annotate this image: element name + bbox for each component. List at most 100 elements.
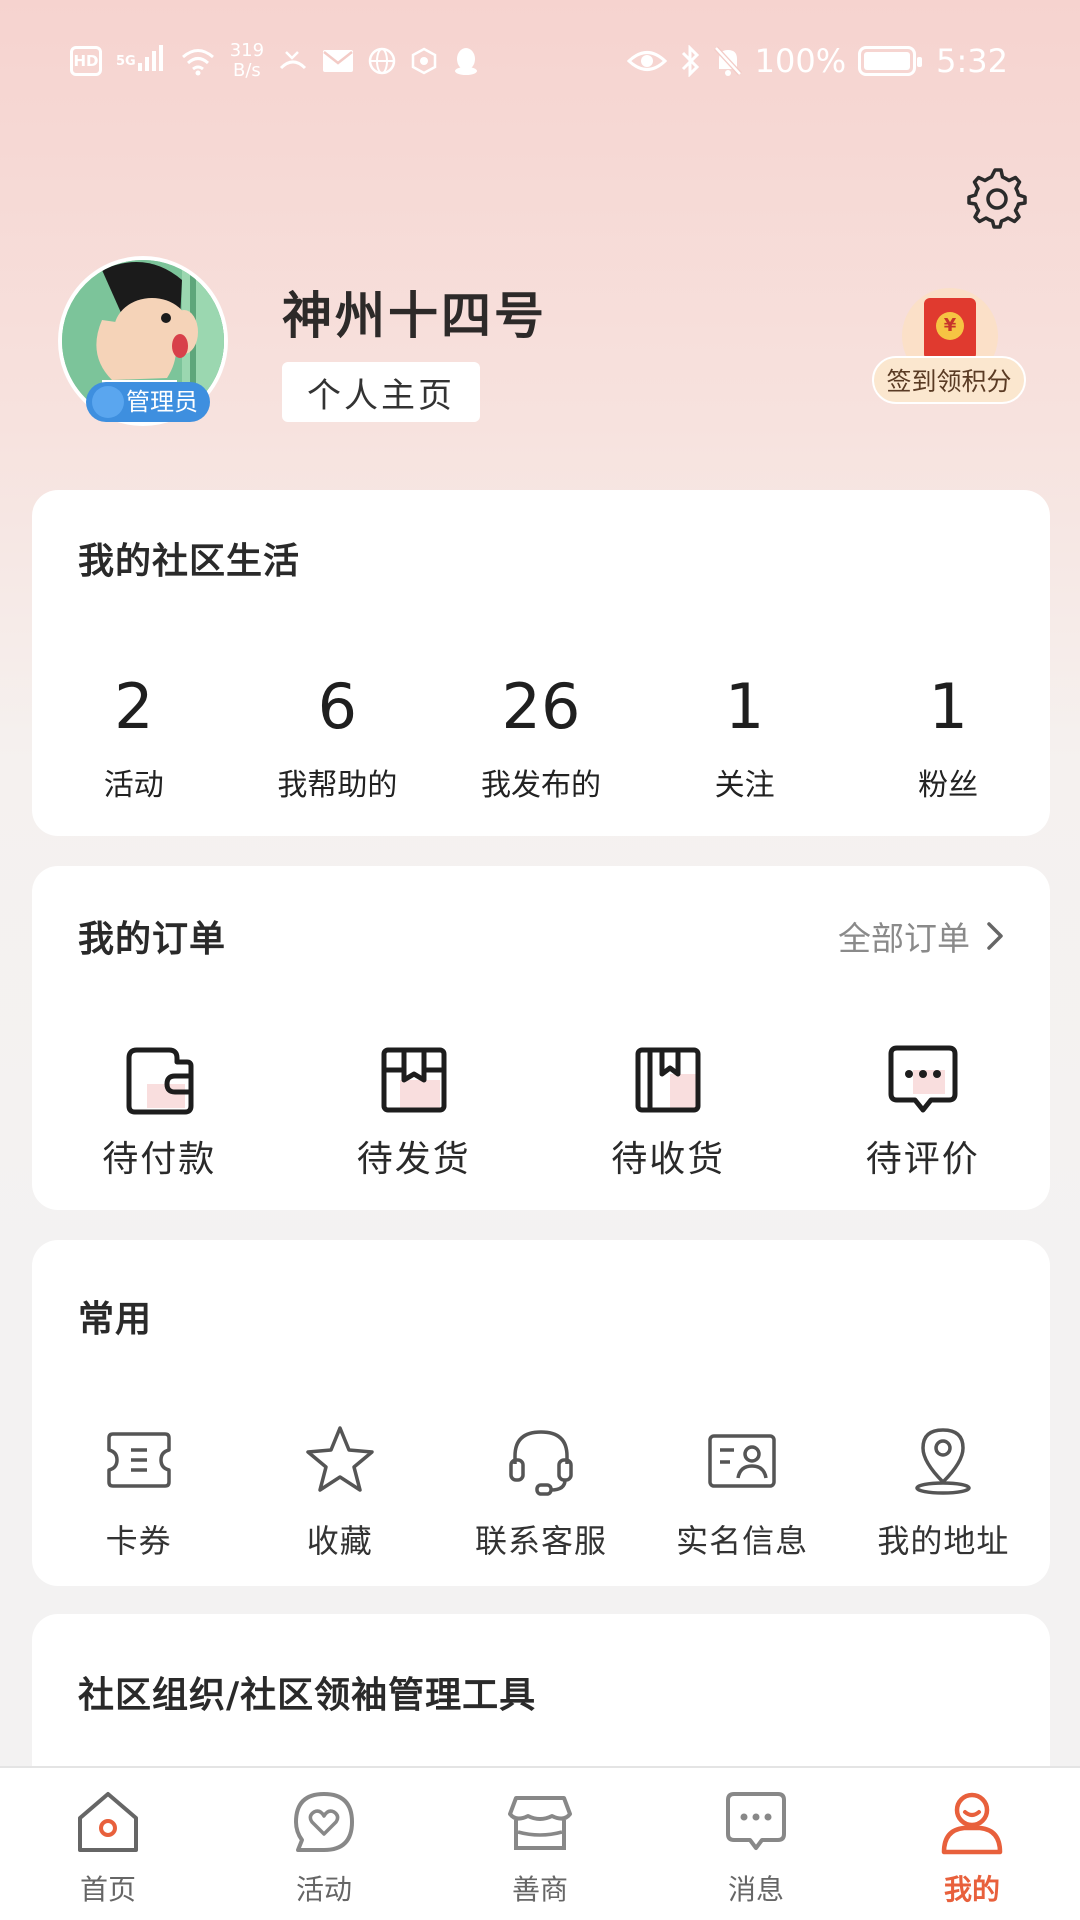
status-bar-left: HD 5G 319 B/s (70, 36, 480, 86)
eye-icon (626, 51, 667, 71)
shop-icon (508, 1796, 572, 1850)
checkin-points-button[interactable]: 签到领积分 (872, 356, 1026, 404)
clock: 5:32 (936, 42, 1008, 80)
common-tools-title: 常用 (78, 1299, 153, 1340)
nav-shop[interactable]: 善商 (432, 1768, 648, 1920)
nav-label: 消息 (727, 1873, 784, 1906)
book-icon (635, 1047, 701, 1113)
stat-label: 关注 (714, 768, 775, 803)
star-icon (306, 1426, 374, 1492)
red-envelope-icon: ¥ (924, 298, 976, 360)
stat-following[interactable]: 1 关注 (643, 670, 847, 804)
community-life-title: 我的社区生活 (78, 541, 301, 582)
order-pending-review[interactable]: 待评价 (796, 1040, 1051, 1182)
package-icon (381, 1047, 447, 1113)
stat-activities[interactable]: 2 活动 (32, 670, 236, 804)
signal-bars-icon (137, 44, 163, 71)
common-label: 收藏 (306, 1522, 373, 1560)
wifi-icon (181, 49, 214, 76)
status-bar: HD 5G 319 B/s 100% 5:32 (0, 0, 1080, 120)
location-pin-icon (915, 1428, 972, 1495)
nav-label: 首页 (79, 1873, 136, 1906)
common-tools-card: 常用 卡券 收藏 联系客服 实名信息 我的地址 (32, 1240, 1050, 1586)
order-pending-shipment[interactable]: 待发货 (287, 1040, 542, 1182)
order-pending-receipt[interactable]: 待收货 (541, 1040, 796, 1182)
stat-value: 1 (724, 670, 765, 743)
battery-icon (858, 46, 923, 76)
message-icon (726, 1792, 786, 1850)
order-status-row: 待付款 待发货 待收货 待评价 (32, 1040, 1050, 1182)
bluetooth-icon (681, 45, 699, 77)
coupons-item[interactable]: 卡券 (38, 1422, 239, 1562)
customer-service-item[interactable]: 联系客服 (440, 1422, 641, 1562)
common-label: 卡券 (105, 1522, 172, 1560)
mute-bell-icon (713, 46, 742, 76)
nav-messages[interactable]: 消息 (648, 1768, 864, 1920)
mail-icon (323, 50, 354, 72)
order-label: 待评价 (865, 1139, 980, 1180)
order-pending-payment[interactable]: 待付款 (32, 1040, 287, 1182)
community-life-card: 我的社区生活 2 活动 6 我帮助的 26 我发布的 1 关注 1 粉丝 (32, 490, 1050, 836)
nav-activities[interactable]: 活动 (216, 1768, 432, 1920)
stat-value: 1 (928, 670, 968, 743)
shield-app-icon (411, 47, 437, 75)
status-bar-right: 100% 5:32 (626, 36, 1008, 86)
my-orders-title: 我的订单 (78, 919, 227, 960)
stat-helped[interactable]: 6 我帮助的 (236, 670, 440, 804)
common-label: 联系客服 (474, 1522, 607, 1560)
network-type: 5G (116, 53, 136, 69)
stat-label: 活动 (103, 768, 164, 803)
community-leader-tools-title: 社区组织/社区领袖管理工具 (78, 1675, 537, 1716)
admin-person-icon (92, 386, 124, 418)
heart-bubble-icon (294, 1792, 354, 1852)
my-address-item[interactable]: 我的地址 (843, 1422, 1044, 1562)
id-card-icon (708, 1434, 776, 1488)
network-speed-unit: B/s (233, 60, 261, 81)
common-label: 实名信息 (676, 1522, 809, 1560)
globe-icon (368, 47, 396, 75)
stat-label: 粉丝 (918, 768, 979, 803)
headset-icon (509, 1430, 573, 1496)
stat-label: 我帮助的 (277, 768, 398, 803)
nav-home[interactable]: 首页 (0, 1768, 216, 1920)
admin-badge-label: 管理员 (126, 388, 198, 416)
my-orders-card: 我的订单 全部订单 待付款 待发货 待收货 待评价 (32, 866, 1050, 1210)
common-label: 我的地址 (877, 1522, 1010, 1560)
nav-profile[interactable]: 我的 (864, 1768, 1080, 1920)
order-label: 待发货 (356, 1139, 471, 1180)
chevron-right-icon (987, 922, 1003, 950)
personal-homepage-button[interactable]: 个人主页 (282, 362, 480, 422)
stat-value: 6 (317, 670, 358, 743)
ticket-icon (106, 1432, 171, 1488)
home-icon (78, 1792, 138, 1852)
chat-bubble-icon (888, 1045, 958, 1113)
real-name-info-item[interactable]: 实名信息 (642, 1422, 843, 1562)
network-speed: 319 B/s (230, 41, 264, 81)
nav-label: 我的 (943, 1873, 1000, 1906)
nav-label: 活动 (295, 1873, 352, 1906)
stat-published[interactable]: 26 我发布的 (439, 670, 643, 804)
gear-icon[interactable] (966, 168, 1028, 230)
username: 神州十四号 (282, 287, 547, 345)
cellular-signal-icon: 5G (116, 44, 166, 71)
stat-label: 我发布的 (480, 768, 601, 803)
wallet-icon (126, 1047, 194, 1115)
common-tools-row: 卡券 收藏 联系客服 实名信息 我的地址 (32, 1422, 1050, 1562)
stat-value: 2 (114, 670, 154, 743)
missed-call-icon (280, 51, 307, 70)
battery-percent: 100% (754, 42, 847, 80)
favorites-item[interactable]: 收藏 (239, 1422, 440, 1562)
all-orders-link[interactable]: 全部订单 (838, 912, 1004, 960)
order-label: 待收货 (611, 1139, 726, 1180)
nav-label: 善商 (511, 1873, 568, 1906)
community-stats: 2 活动 6 我帮助的 26 我发布的 1 关注 1 粉丝 (32, 670, 1050, 804)
order-label: 待付款 (102, 1139, 217, 1180)
network-speed-value: 319 (229, 40, 265, 61)
all-orders-label: 全部订单 (838, 919, 970, 958)
qq-icon (455, 48, 478, 75)
bottom-nav: 首页 活动 善商 消息 我的 (0, 1766, 1080, 1920)
admin-badge: 管理员 (86, 382, 210, 422)
hd-indicator: HD (70, 46, 102, 76)
stat-fans[interactable]: 1 粉丝 (846, 670, 1050, 804)
person-icon (941, 1792, 1003, 1855)
